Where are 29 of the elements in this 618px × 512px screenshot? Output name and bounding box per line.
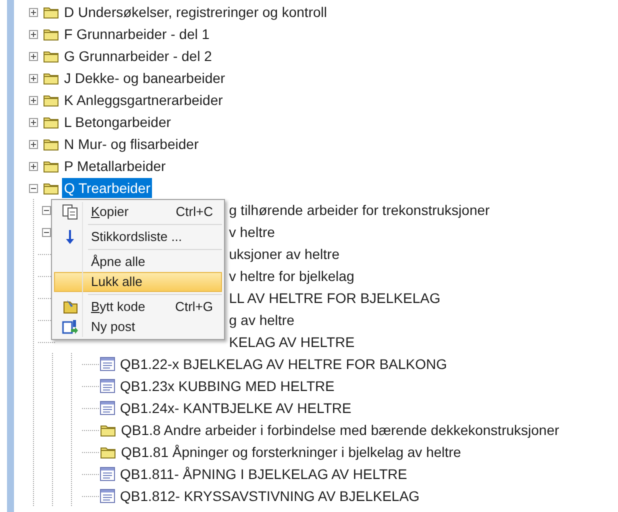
- tree-item[interactable]: QB1.8 Andre arbeider i forbindelse med bærende dekkekonstruksjoner: [119, 420, 562, 440]
- tree-item[interactable]: QB1.811- ÅPNING I BJELKELAG AV HELTRE: [118, 464, 410, 484]
- tree-item[interactable]: Q Trearbeider: [62, 178, 152, 198]
- tree-item[interactable]: K Anleggsgartnerarbeider: [62, 90, 225, 110]
- tree-item[interactable]: QB1.23x KUBBING MED HELTRE: [118, 376, 336, 396]
- tree-item[interactable]: g tilhørende arbeider for trekonstruksjoner: [227, 200, 492, 220]
- tree-item[interactable]: QB1.22-x BJELKELAG AV HELTRE FOR BALKONG: [118, 354, 450, 374]
- menu-item[interactable]: Åpne alle: [54, 252, 222, 272]
- tree-item[interactable]: F Grunnarbeider - del 1: [62, 24, 212, 44]
- tree-item[interactable]: QB1.812- KRYSSAVSTIVNING AV BJELKELAG: [118, 486, 422, 506]
- tree-item[interactable]: N Mur- og flisarbeider: [62, 134, 201, 154]
- menu-item[interactable]: Bytt kode Ctrl+G: [54, 297, 222, 317]
- tree-item[interactable]: QB1.81 Åpninger og forsterkninger i bjelkelag av heltre: [119, 442, 464, 462]
- tree-item[interactable]: G Grunnarbeider - del 2: [62, 46, 214, 66]
- tree-item[interactable]: LL AV HELTRE FOR BJELKELAG: [227, 288, 442, 308]
- tree-item[interactable]: P Metallarbeider: [62, 156, 168, 176]
- tree-item[interactable]: KELAG AV HELTRE: [227, 332, 357, 352]
- menu-item[interactable]: Kopier Ctrl+C: [54, 202, 222, 222]
- tree-item[interactable]: D Undersøkelser, registreringer og kontroll: [62, 2, 329, 22]
- menu-item[interactable]: Lukk alle: [54, 272, 222, 292]
- tree-item[interactable]: J Dekke- og banearbeider: [62, 68, 228, 88]
- tree-item[interactable]: v heltre for bjelkelag: [227, 266, 356, 286]
- menu-item[interactable]: Ny post: [54, 317, 222, 337]
- tree-item[interactable]: L Betongarbeider: [62, 112, 173, 132]
- tree-item[interactable]: uksjoner av heltre: [227, 244, 342, 264]
- menu-item[interactable]: Stikkordsliste ...: [54, 227, 222, 247]
- tree-item[interactable]: QB1.24x- KANTBJELKE AV HELTRE: [118, 398, 354, 418]
- tree-item[interactable]: v heltre: [227, 222, 277, 242]
- tree-item[interactable]: g av heltre: [227, 310, 296, 330]
